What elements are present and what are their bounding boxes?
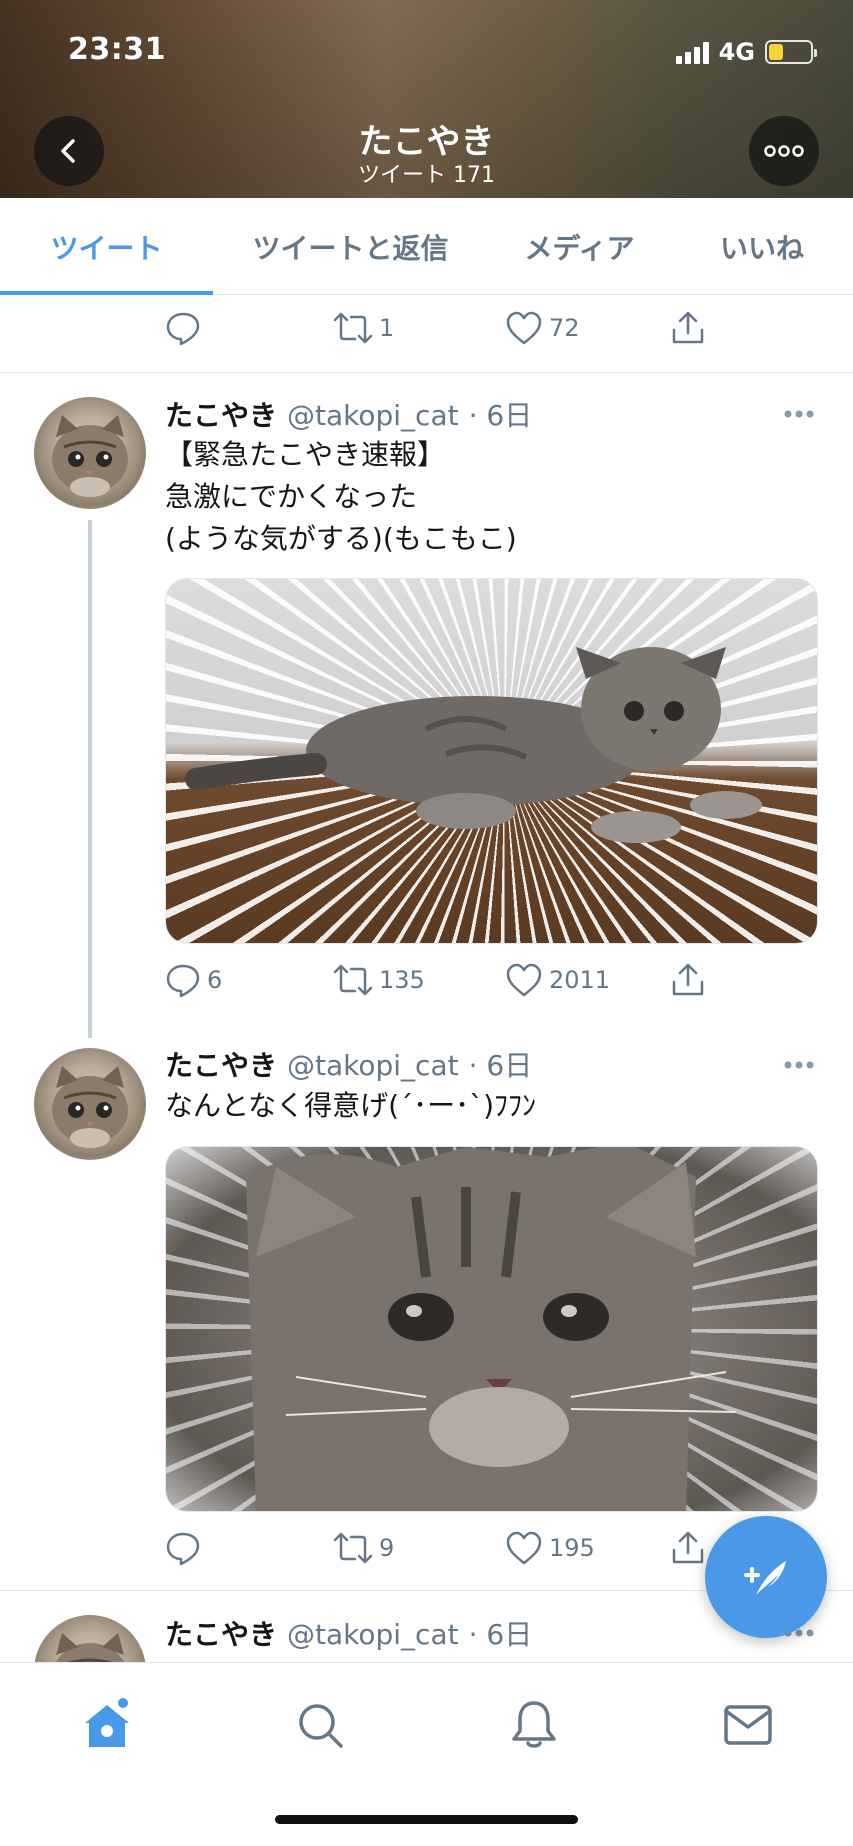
profile-tabs: ツイート ツイートと返信 メディア いいね	[0, 198, 853, 295]
network-type: 4G	[718, 38, 755, 66]
kitten-closeup-image	[246, 1147, 737, 1511]
heart-icon	[506, 1531, 542, 1565]
tweet-actions: 6 135 2011	[165, 962, 725, 1006]
author-handle[interactable]: @takopi_cat	[287, 1049, 459, 1082]
reply-icon	[166, 312, 200, 346]
compose-tweet-button[interactable]	[705, 1516, 827, 1638]
nav-home[interactable]	[77, 1695, 137, 1755]
like-count: 2011	[549, 966, 611, 994]
nav-search[interactable]	[290, 1695, 350, 1755]
reply-button[interactable]: 6	[165, 962, 222, 998]
thread-connector	[88, 520, 92, 1038]
tweet-time: · 6日	[468, 1049, 533, 1082]
avatar[interactable]	[34, 397, 146, 509]
retweet-count: 135	[379, 966, 425, 994]
more-horizontal-icon	[784, 1061, 814, 1069]
reply-button[interactable]	[165, 1530, 207, 1566]
messages-envelope-icon	[724, 1705, 772, 1745]
share-button[interactable]	[670, 1530, 706, 1566]
retweet-count: 1	[379, 314, 395, 342]
author-handle[interactable]: @takopi_cat	[287, 399, 459, 432]
like-count: 72	[549, 314, 580, 342]
home-icon	[85, 1698, 129, 1747]
tweet-text-line: (ような気がする)(もこもこ)	[165, 522, 517, 555]
heart-icon	[506, 963, 542, 997]
author-name[interactable]: たこやき	[165, 1613, 277, 1653]
retweet-count: 9	[379, 1534, 395, 1562]
more-horizontal-icon	[764, 145, 804, 157]
profile-header: 23:31 4G たこやき ツイート 171	[0, 0, 853, 198]
notifications-bell-icon	[512, 1701, 556, 1748]
tweet-photo[interactable]	[165, 1146, 818, 1512]
reply-icon	[166, 1532, 200, 1566]
retweet-icon	[333, 964, 373, 996]
author-name[interactable]: たこやき	[165, 1044, 277, 1084]
profile-title: たこやき	[358, 122, 495, 162]
tab-tweets[interactable]: ツイート	[0, 198, 213, 295]
tweet-text-line: なんとなく得意げ(´･ー･`)ﾌﾌﾝ	[165, 1089, 537, 1122]
more-horizontal-icon	[784, 410, 814, 418]
retweet-icon	[333, 1532, 373, 1564]
tweet-actions: 9 195	[165, 1530, 725, 1574]
avatar[interactable]	[34, 1048, 146, 1160]
search-icon	[299, 1704, 343, 1748]
kitten-lying-image	[185, 647, 762, 843]
divider	[0, 372, 853, 373]
tweet-text-line: 【緊急たこやき速報】	[165, 438, 446, 471]
like-button[interactable]: 72	[505, 310, 580, 346]
tweet-menu-button[interactable]	[783, 1055, 815, 1074]
like-count: 195	[549, 1534, 595, 1562]
battery-level	[769, 44, 783, 60]
tweet-header: たこやき @takopi_cat · 6日	[165, 1613, 532, 1653]
home-indicator[interactable]	[275, 1815, 578, 1824]
cat-avatar-image	[55, 1633, 125, 1662]
reply-button[interactable]	[165, 310, 207, 346]
reply-icon	[166, 964, 200, 998]
retweet-button[interactable]: 9	[333, 1530, 394, 1566]
tweet-time: · 6日	[468, 399, 533, 432]
status-indicators: 4G	[675, 38, 817, 66]
cat-avatar-image	[52, 415, 128, 497]
reply-count: 6	[207, 966, 223, 994]
battery-icon	[765, 40, 817, 64]
tab-tweets-and-replies[interactable]: ツイートと返信	[213, 198, 488, 295]
tweet-time: · 6日	[468, 1618, 533, 1651]
share-icon	[672, 963, 704, 996]
retweet-button[interactable]: 135	[333, 962, 425, 998]
author-handle[interactable]: @takopi_cat	[287, 1618, 459, 1651]
tab-media[interactable]: メディア	[488, 198, 671, 295]
cat-avatar-image	[52, 1066, 128, 1148]
more-options-button[interactable]	[749, 116, 819, 186]
retweet-button[interactable]: 1	[333, 310, 394, 346]
active-tab-indicator	[0, 291, 213, 295]
tweet-text: なんとなく得意げ(´･ー･`)ﾌﾌﾝ	[165, 1085, 536, 1127]
tab-likes[interactable]: いいね	[671, 198, 853, 295]
cellular-signal-icon	[675, 40, 709, 64]
nav-notifications[interactable]	[504, 1695, 564, 1755]
share-icon	[672, 1531, 704, 1564]
tweet-photo[interactable]	[165, 578, 818, 944]
retweet-icon	[333, 312, 373, 344]
like-button[interactable]: 195	[505, 1530, 595, 1566]
heart-icon	[506, 311, 542, 345]
tweet-count: ツイート 171	[358, 163, 495, 188]
compose-tweet-icon	[744, 1561, 786, 1595]
like-button[interactable]: 2011	[505, 962, 610, 998]
tweet-text: 【緊急たこやき速報】 急激にでかくなった (ような気がする)(もこもこ)	[165, 434, 517, 560]
tweet-menu-button[interactable]	[783, 404, 815, 423]
share-button[interactable]	[670, 962, 706, 998]
tweet-text-line: 急激にでかくなった	[165, 480, 418, 513]
share-button[interactable]	[670, 310, 706, 346]
author-name[interactable]: たこやき	[165, 394, 277, 434]
tweet-header: たこやき @takopi_cat · 6日	[165, 1044, 532, 1084]
share-icon	[672, 311, 704, 344]
tweet-actions-previous: 1 72	[165, 310, 725, 354]
tweet-header: たこやき @takopi_cat · 6日	[165, 394, 532, 434]
nav-messages[interactable]	[718, 1695, 778, 1755]
avatar[interactable]	[34, 1615, 146, 1662]
status-time: 23:31	[68, 32, 166, 67]
